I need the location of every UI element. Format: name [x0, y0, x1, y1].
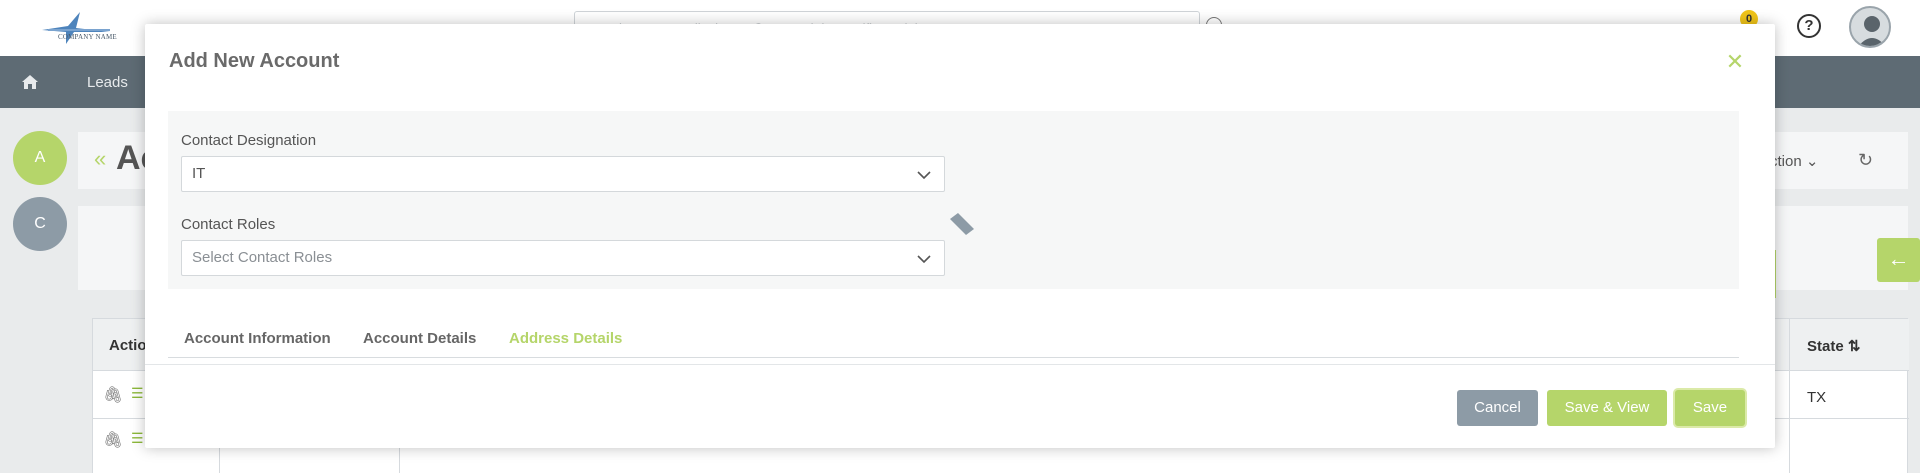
back-double-chevron-icon[interactable]: «: [94, 146, 106, 172]
contact-form-panel: Contact Designation IT Contact Roles Sel…: [168, 111, 1739, 289]
paperclip-icon[interactable]: 🖇: [103, 385, 123, 405]
sort-icon[interactable]: ⇅: [1848, 338, 1861, 355]
save-button[interactable]: Save: [1675, 390, 1745, 426]
logo-text: COMPANY NAME: [58, 33, 117, 41]
contact-designation-select[interactable]: IT: [181, 156, 945, 192]
contact-roles-label: Contact Roles: [181, 216, 276, 233]
modal-title: Add New Account: [169, 50, 340, 72]
nav-item-leads[interactable]: Leads: [87, 74, 128, 91]
tab-account-details[interactable]: Account Details: [363, 330, 476, 347]
modal-tabs: Account Information Account Details Addr…: [168, 314, 1739, 358]
column-header-state[interactable]: State ⇅: [1807, 337, 1860, 355]
side-circle-c[interactable]: C: [13, 197, 67, 251]
contact-designation-value: IT: [192, 165, 206, 182]
paperclip-icon[interactable]: 🖇: [103, 430, 123, 450]
chevron-down-icon: [917, 171, 931, 180]
table-cell-state: TX: [1807, 389, 1827, 406]
modal-footer-divider: [145, 364, 1775, 365]
column-header-action: Actio: [109, 337, 147, 354]
home-icon[interactable]: [20, 72, 40, 92]
close-icon[interactable]: ✕: [1723, 50, 1747, 74]
list-icon[interactable]: ☰: [131, 430, 144, 447]
save-and-view-button[interactable]: Save & View: [1547, 390, 1667, 426]
tab-account-information[interactable]: Account Information: [184, 330, 331, 347]
contact-roles-placeholder: Select Contact Roles: [192, 249, 333, 266]
cancel-button[interactable]: Cancel: [1457, 390, 1538, 426]
arrow-left-icon[interactable]: ←: [1877, 238, 1920, 282]
user-avatar[interactable]: [1849, 6, 1891, 48]
add-new-account-modal: Add New Account ✕ Contact Designation IT…: [145, 24, 1775, 448]
side-circle-a[interactable]: A: [13, 131, 67, 185]
column-divider: [1789, 319, 1790, 473]
eraser-icon[interactable]: [946, 211, 976, 241]
contact-designation-label: Contact Designation: [181, 132, 317, 149]
contact-roles-select[interactable]: Select Contact Roles: [181, 240, 945, 276]
list-icon[interactable]: ☰: [131, 385, 144, 402]
chevron-down-icon: [917, 255, 931, 264]
column-header-state-label: State: [1807, 338, 1844, 355]
help-icon[interactable]: ?: [1797, 14, 1821, 38]
tab-address-details[interactable]: Address Details: [509, 330, 622, 347]
refresh-icon[interactable]: ↻: [1858, 150, 1873, 171]
